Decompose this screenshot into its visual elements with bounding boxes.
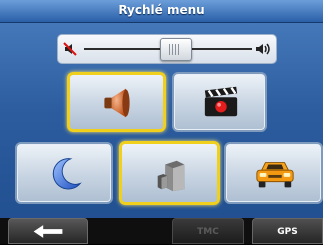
tmc-label: TMC [197,227,219,237]
speaker-icon [104,88,130,118]
speaker-icon[interactable] [254,41,272,57]
3d-buildings-icon [157,160,185,192]
car-icon [256,162,294,188]
gps-button[interactable]: GPS [252,218,323,244]
clapperboard-icon [204,86,238,117]
volume-slider[interactable] [57,34,277,64]
back-arrow-icon [33,225,63,238]
moon-icon [52,158,82,190]
sound-tile[interactable] [67,72,166,132]
video-tile[interactable] [172,72,267,132]
quick-menu-screen: Rychlé menu TMC GPS [0,0,323,244]
speaker-muted-icon[interactable] [62,41,82,57]
3d-buildings-tile[interactable] [119,141,220,205]
night-mode-tile[interactable] [15,142,113,204]
page-title: Rychlé menu [118,3,205,17]
tmc-button[interactable]: TMC [172,218,244,244]
back-button[interactable] [8,218,88,244]
gps-label: GPS [277,227,298,237]
title-bar: Rychlé menu [0,0,323,23]
vehicle-tile[interactable] [224,142,323,204]
volume-knob[interactable] [160,38,193,61]
